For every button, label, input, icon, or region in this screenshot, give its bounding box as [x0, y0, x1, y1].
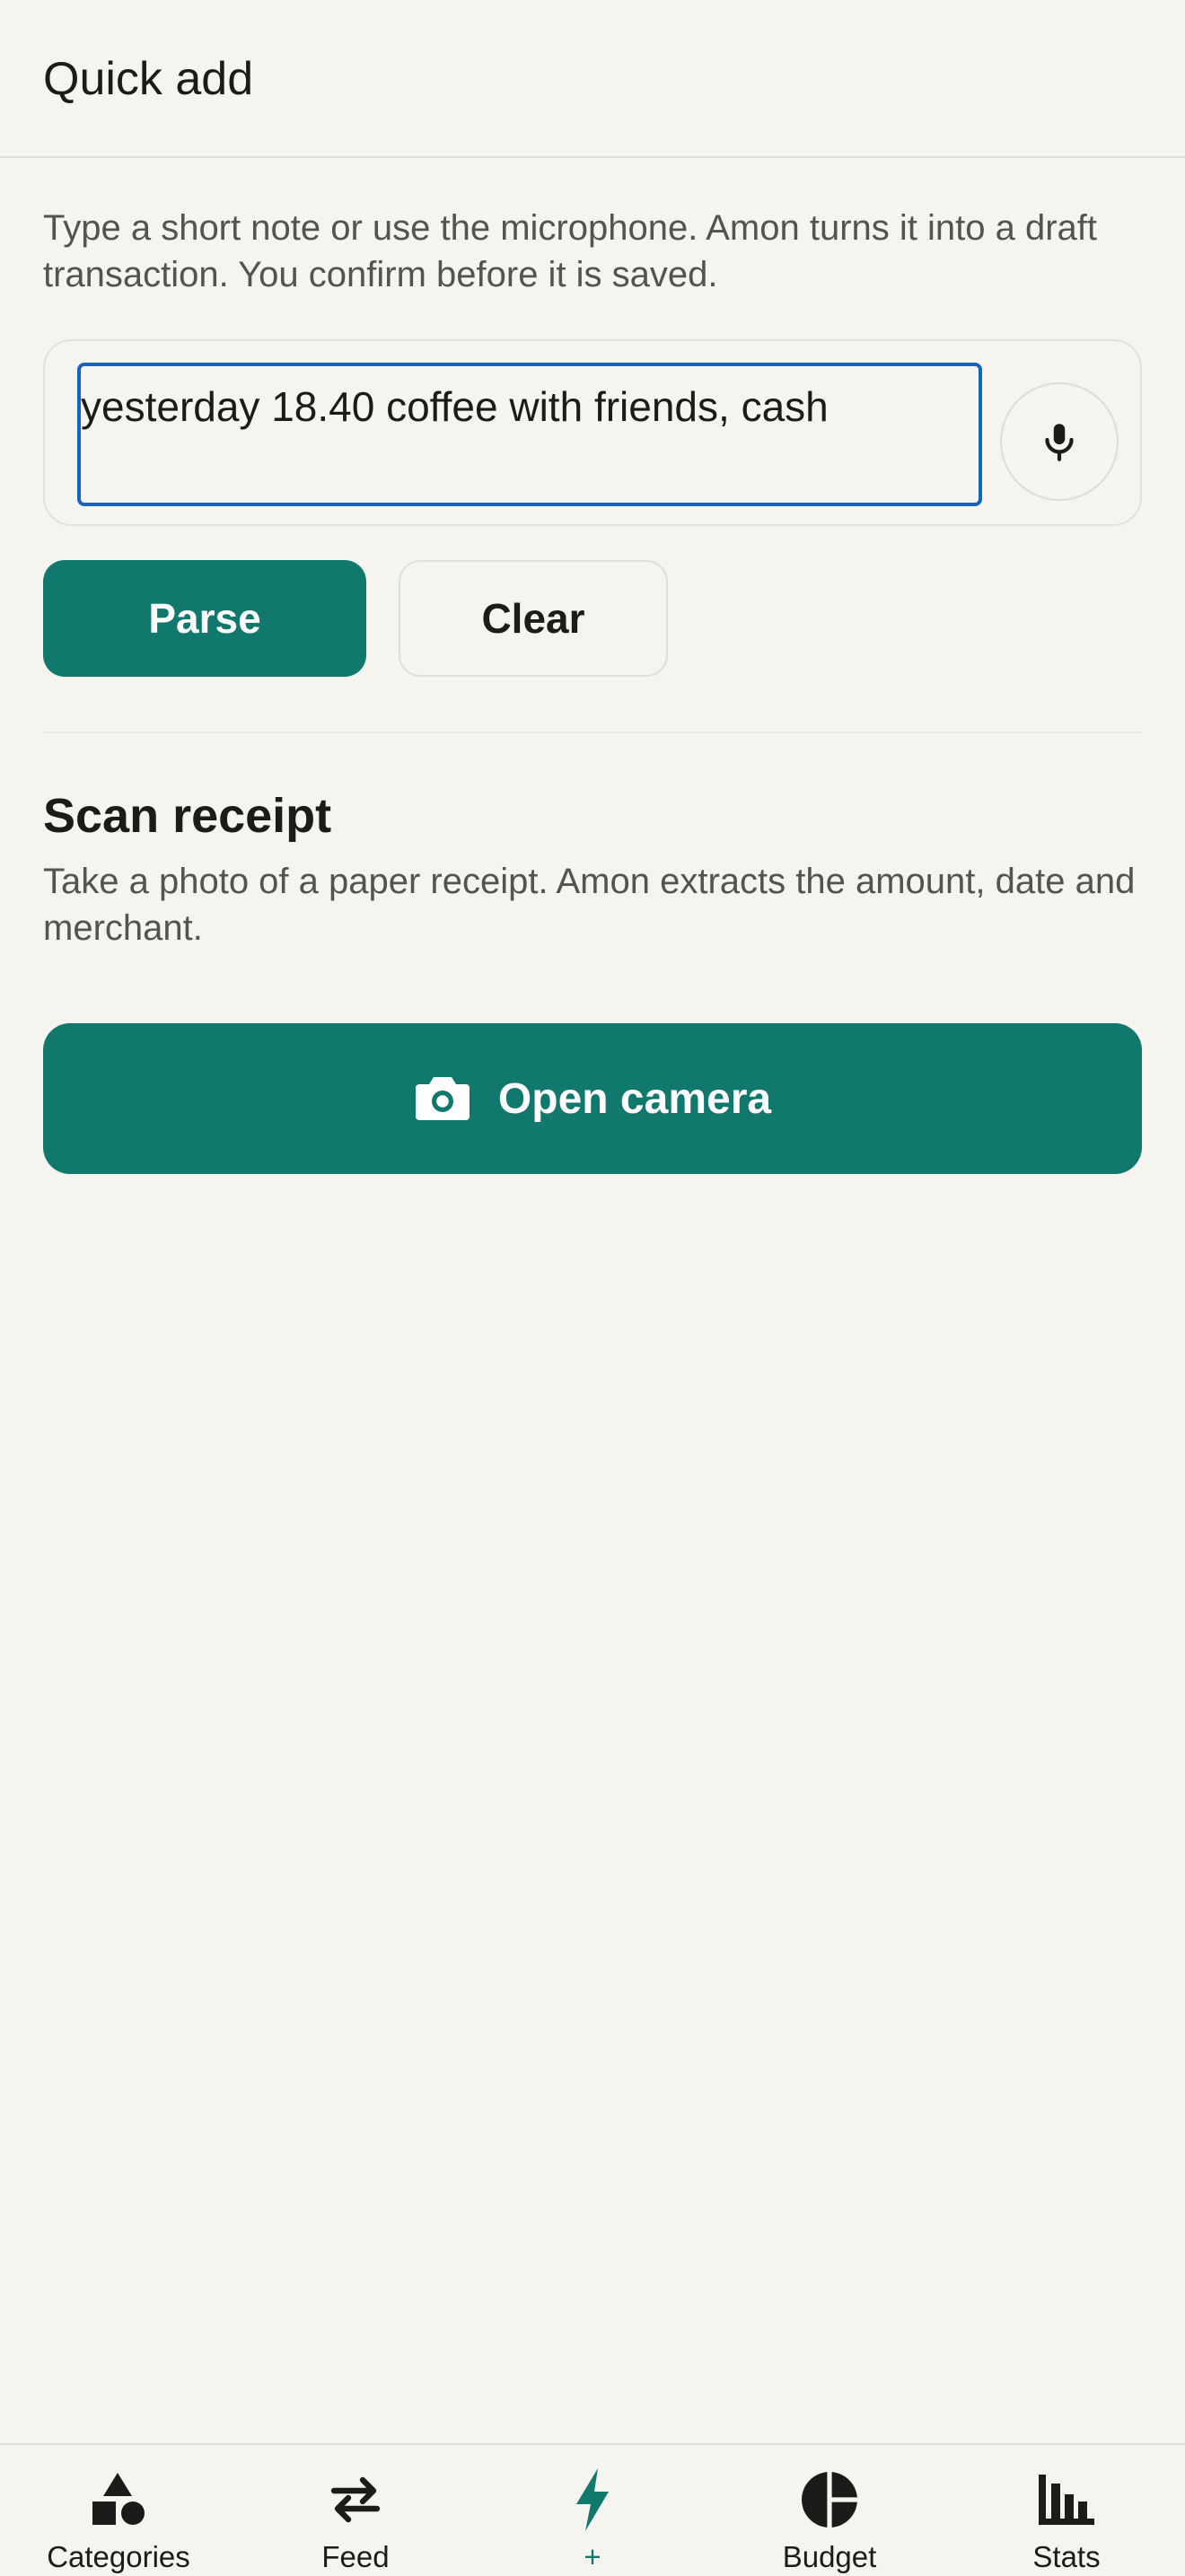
bottom-navigation: Categories Feed + Budget Stats: [0, 2443, 1185, 2574]
microphone-button[interactable]: [1000, 382, 1119, 501]
lightning-icon: [474, 2468, 711, 2531]
quick-add-description: Type a short note or use the microphone.…: [43, 208, 1097, 294]
nav-item-feed[interactable]: Feed: [237, 2445, 474, 2576]
nav-label-budget: Budget: [782, 2540, 877, 2573]
nav-label-feed: Feed: [321, 2540, 390, 2573]
page-title: Quick add: [43, 53, 254, 105]
nav-label-categories: Categories: [47, 2540, 190, 2573]
nav-item-quick-add[interactable]: +: [474, 2445, 711, 2576]
clear-button[interactable]: Clear: [399, 560, 668, 677]
nav-label-stats: Stats: [1032, 2540, 1101, 2573]
parse-button[interactable]: Parse: [43, 560, 366, 677]
app-header: Quick add: [0, 0, 1185, 158]
nav-item-stats[interactable]: Stats: [948, 2445, 1185, 2576]
open-camera-label: Open camera: [497, 1074, 772, 1123]
nav-item-budget[interactable]: Budget: [711, 2445, 948, 2576]
open-camera-button[interactable]: Open camera: [43, 1023, 1142, 1174]
note-input-card: yesterday 18.40 coffee with friends, cas…: [43, 339, 1142, 526]
nav-label-quick-add: +: [584, 2540, 601, 2573]
pie-chart-icon: [711, 2468, 948, 2531]
scan-receipt-title: Scan receipt: [43, 789, 332, 843]
microphone-icon: [1045, 424, 1074, 461]
section-divider: [43, 732, 1142, 733]
bar-chart-icon: [948, 2468, 1185, 2531]
nav-item-categories[interactable]: Categories: [0, 2445, 237, 2576]
scan-receipt-description: Take a photo of a paper receipt. Amon ex…: [43, 862, 1136, 948]
camera-icon: [414, 1073, 471, 1124]
shapes-icon: [0, 2468, 237, 2531]
swap-arrows-icon: [237, 2468, 474, 2531]
note-input[interactable]: yesterday 18.40 coffee with friends, cas…: [77, 363, 982, 506]
